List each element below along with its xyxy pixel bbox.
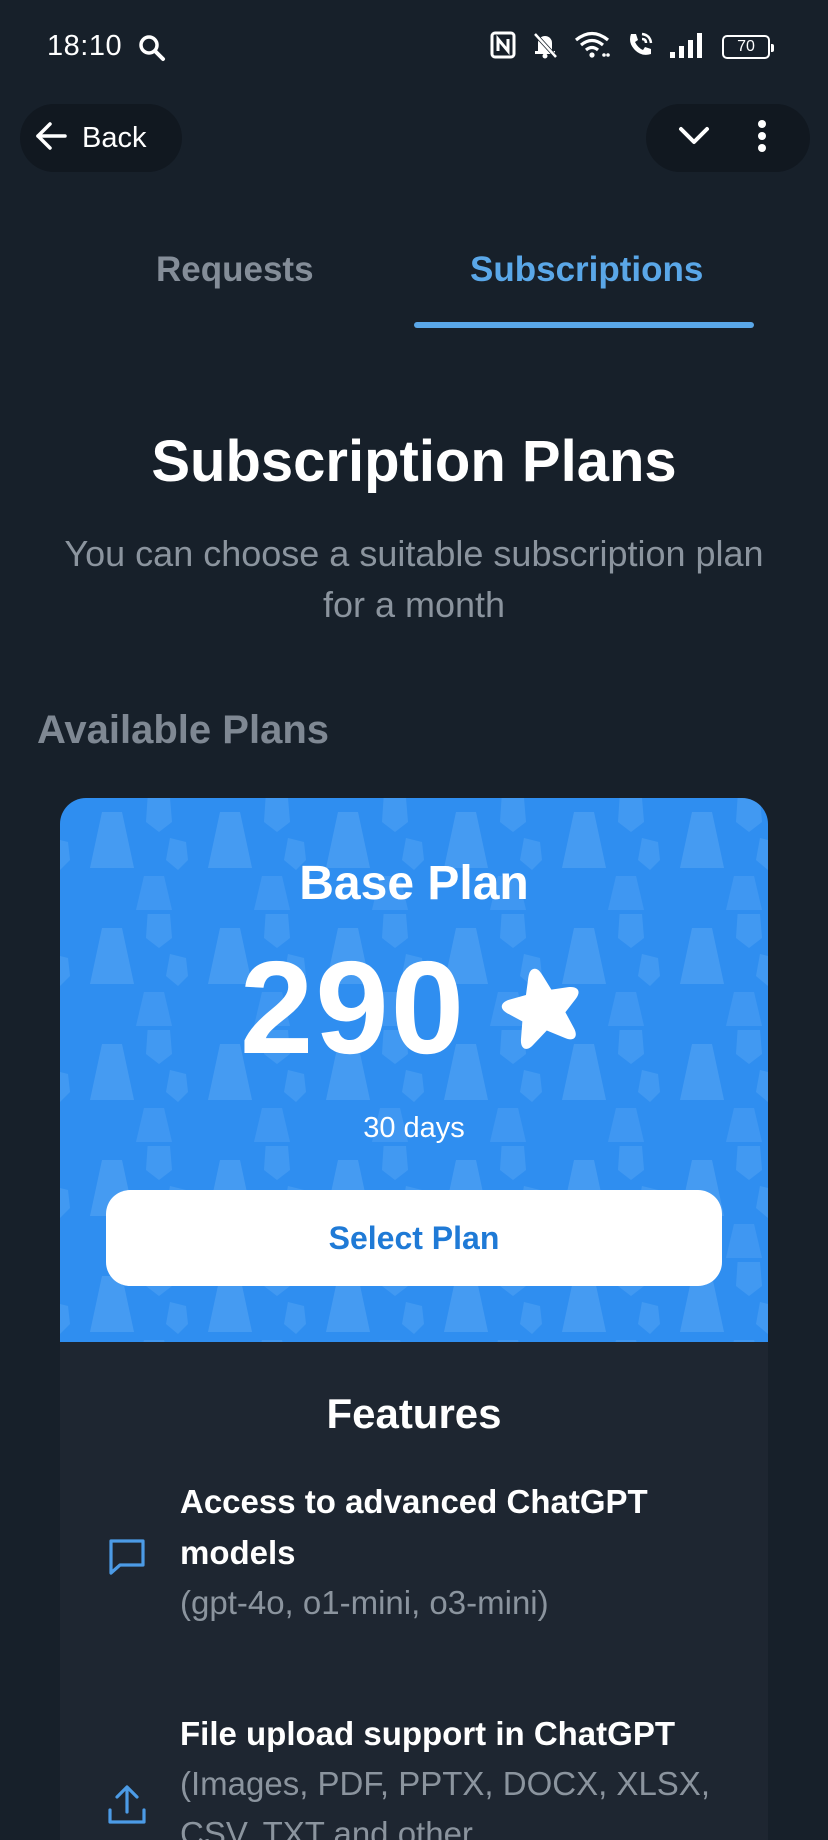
plan-header: Base Plan 290 30 days Select Plan: [60, 798, 768, 1342]
collapse-button[interactable]: [666, 110, 722, 166]
tab-requests[interactable]: Requests: [156, 250, 314, 290]
upload-icon: [106, 1784, 148, 1833]
feature-title: Access to advanced ChatGPT models: [180, 1483, 648, 1571]
active-tab-indicator: [414, 322, 754, 328]
plan-name: Base Plan: [299, 857, 529, 910]
status-icons: 70: [490, 30, 774, 64]
top-actions: [646, 104, 810, 172]
feature-detail: (Images, PDF, PPTX, DOCX, XLSX, CSV, TXT…: [180, 1765, 710, 1840]
nfc-icon: [490, 31, 516, 64]
plan-duration: 30 days: [363, 1112, 465, 1144]
page-title: Subscription Plans: [151, 429, 677, 494]
section-title: Available Plans: [37, 708, 329, 752]
status-bar: 18:10 70: [0, 0, 828, 96]
plan-card: Base Plan 290 30 days Select Plan Featur…: [60, 798, 768, 1840]
feature-detail: (gpt-4o, o1-mini, o3-mini): [180, 1584, 549, 1621]
plan-price: 290: [239, 934, 467, 1081]
back-label: Back: [82, 121, 147, 154]
tab-bar: Requests Subscriptions: [0, 250, 828, 332]
battery-icon: 70: [722, 35, 774, 59]
chat-bubble-icon: [106, 1536, 148, 1583]
star-icon: [496, 962, 588, 1055]
feature-title: File upload support in ChatGPT: [180, 1715, 675, 1752]
feature-text: Access to advanced ChatGPT models (gpt-4…: [180, 1476, 740, 1628]
arrow-left-icon: [34, 121, 68, 156]
feature-text: File upload support in ChatGPT (Images, …: [180, 1708, 740, 1840]
features-title: Features: [326, 1390, 502, 1437]
tab-subscriptions[interactable]: Subscriptions: [470, 250, 703, 290]
chevron-down-icon: [677, 125, 711, 152]
more-options-button[interactable]: [734, 110, 790, 166]
wifi-icon: [574, 31, 610, 64]
page-subtitle: You can choose a suitable subscription p…: [64, 533, 764, 625]
wifi-call-icon: [626, 31, 654, 64]
more-vert-icon: [757, 119, 767, 158]
subscriptions-screen: 18:10 70 Back Requests Subscriptions Sub…: [0, 0, 828, 1840]
select-plan-button[interactable]: Select Plan: [106, 1190, 722, 1286]
search-icon: [138, 34, 166, 67]
mute-icon: [532, 31, 558, 64]
back-button[interactable]: Back: [20, 104, 182, 172]
status-time: 18:10: [47, 30, 123, 62]
plan-price-row: 290: [60, 938, 768, 1078]
signal-icon: [670, 32, 706, 63]
